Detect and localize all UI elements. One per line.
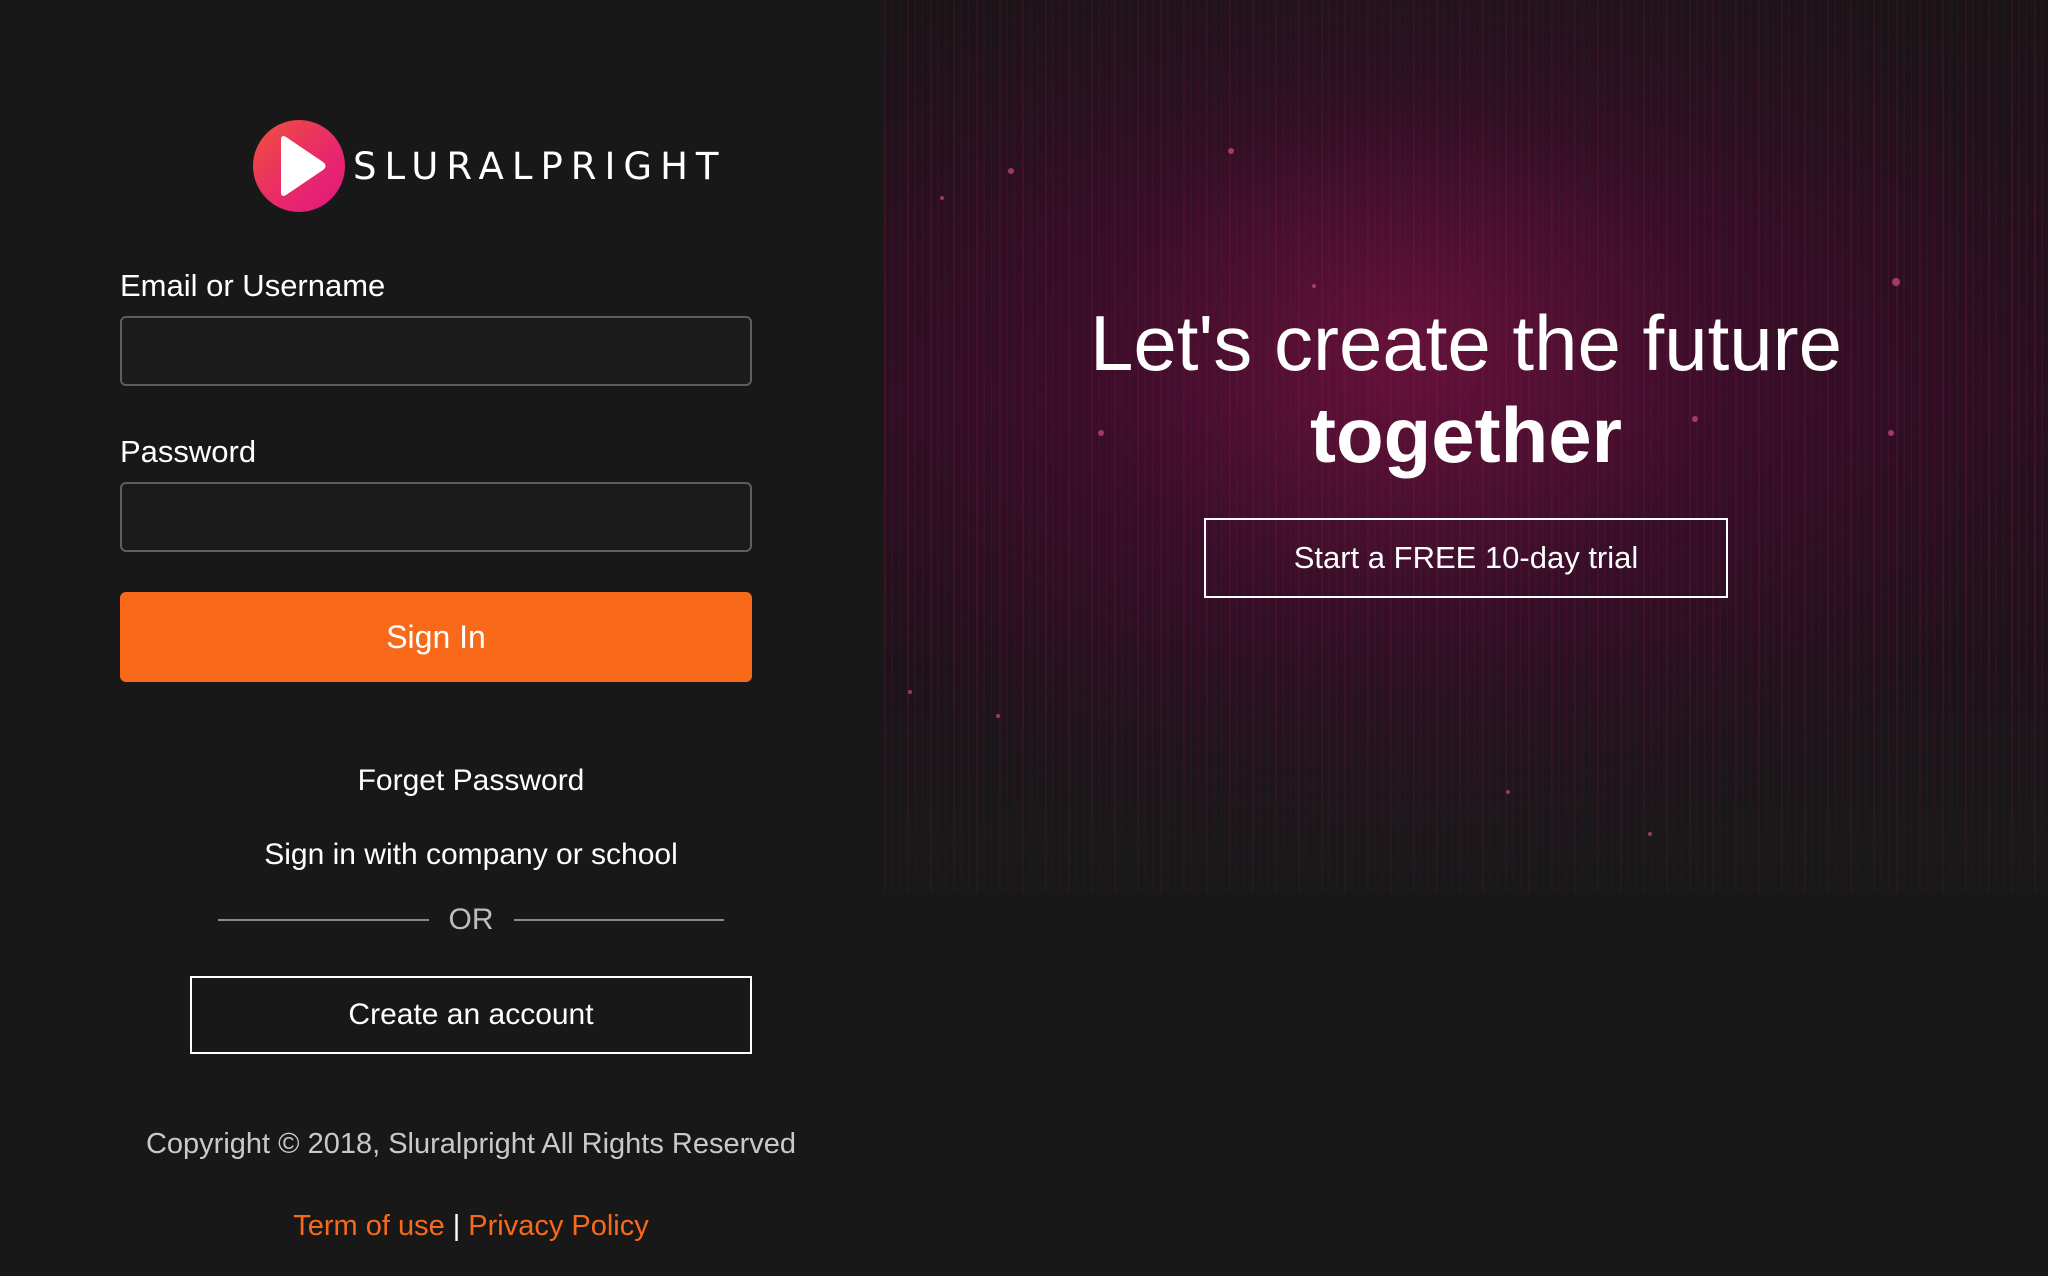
copyright-text: Copyright © 2018, Sluralpright All Right… [145,1128,797,1160]
or-text: OR [448,903,494,936]
sign-in-button[interactable]: Sign In [120,592,752,682]
password-label: Password [120,434,257,469]
legal-links: Term of use | Privacy Policy [0,1210,942,1243]
password-field[interactable] [120,482,752,552]
login-panel: SLURALPRIGHT Email or Username Password … [0,0,884,1276]
sparkle-dot [940,196,944,200]
create-account-button[interactable]: Create an account [190,976,752,1054]
forgot-password-link[interactable]: Forget Password [0,764,942,798]
hero-headline: Let's create the future [1089,299,1842,387]
hero-banner: Let's create the future together Start a… [884,0,2048,893]
email-field[interactable] [120,316,752,386]
sparkle-dot [996,714,1000,718]
sparkle-dot [1506,790,1510,794]
or-divider: OR [218,900,724,940]
sparkle-dot [1892,278,1900,286]
free-trial-button[interactable]: Start a FREE 10-day trial [1204,518,1728,598]
privacy-policy-link[interactable]: Privacy Policy [468,1210,649,1242]
hero-headline-emphasis: together [1310,391,1622,479]
sparkle-dot [1008,168,1014,174]
divider-line-left [218,919,429,921]
play-icon [253,120,345,212]
sso-signin-link[interactable]: Sign in with company or school [0,838,942,872]
sparkle-dot [1312,284,1316,288]
sparkle-dot [908,690,912,694]
terms-link[interactable]: Term of use [293,1210,445,1242]
brand-logo: SLURALPRIGHT [253,120,727,212]
login-page: SLURALPRIGHT Email or Username Password … [0,0,2048,1276]
sparkle-dot [1648,832,1652,836]
brand-name: SLURALPRIGHT [353,144,727,188]
sparkle-dot [1228,148,1234,154]
email-label: Email or Username [120,268,386,303]
legal-separator: | [452,1210,461,1242]
divider-line-right [513,919,724,921]
